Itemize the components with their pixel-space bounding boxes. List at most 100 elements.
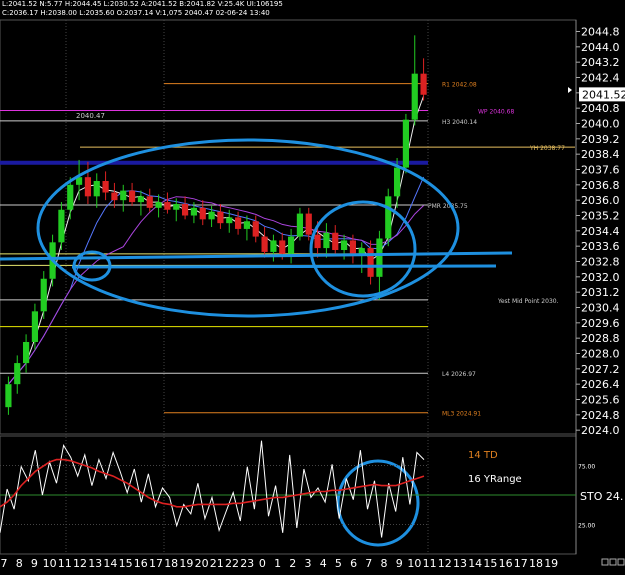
candle-body xyxy=(181,204,189,216)
candle-body xyxy=(270,240,277,252)
candle-body xyxy=(402,119,410,168)
candle-body xyxy=(367,248,374,277)
price-tick-label: 2042.4 xyxy=(581,72,620,85)
support-line-2 xyxy=(71,264,497,269)
candle-body xyxy=(146,196,153,208)
annotation-2040-47: 2040.47 xyxy=(76,112,105,120)
price-tick-label: 2028.8 xyxy=(581,332,620,345)
price-tick-label: 2038.4 xyxy=(581,148,620,161)
price-tick-label: 2024.0 xyxy=(581,424,620,437)
candle-body xyxy=(376,238,383,277)
time-tick-label: 22 xyxy=(225,557,239,570)
price-tick-label: 2036.0 xyxy=(581,194,620,207)
time-tick-label: 13 xyxy=(453,557,467,570)
time-tick-label: 10 xyxy=(407,557,421,570)
price-tick-label: 2031.2 xyxy=(581,286,620,299)
price-tick-label: 2043.2 xyxy=(581,56,620,69)
price-tick-label: 2040.8 xyxy=(581,102,620,115)
time-tick-label: 11 xyxy=(58,557,72,570)
level-label-0: R1 2042.08 xyxy=(442,82,477,89)
candle-body xyxy=(296,213,304,237)
level-label-3: YH 2038.77 xyxy=(529,145,565,152)
time-tick-label: 17 xyxy=(149,557,163,570)
price-tick-label: 2029.6 xyxy=(581,317,620,330)
candle-body xyxy=(411,73,418,120)
time-tick-label: 18 xyxy=(164,557,178,570)
candle-body xyxy=(332,232,339,250)
candle-body xyxy=(393,167,401,197)
candle-body xyxy=(137,196,145,203)
candle-body xyxy=(102,181,109,193)
price-axis: 2044.82044.02043.22042.42041.62040.82040… xyxy=(576,26,620,437)
time-tick-label: 3 xyxy=(305,557,312,570)
level-label-5: PMR 2035.75 xyxy=(428,203,468,210)
time-tick-label: 8 xyxy=(16,557,23,570)
time-tick-label: 0 xyxy=(259,557,266,570)
time-tick-label: 9 xyxy=(396,557,403,570)
price-tick-label: 2040.0 xyxy=(581,118,620,131)
candle-body xyxy=(323,232,330,249)
time-tick-label: 15 xyxy=(483,557,497,570)
candle-body xyxy=(305,213,312,235)
level-label-1: WP 2040.68 xyxy=(478,108,514,115)
chart-background xyxy=(0,0,625,571)
price-tick-label: 2028.0 xyxy=(581,348,620,361)
price-tick-label: 2032.8 xyxy=(581,256,620,269)
stoch-tick-75: 75.00 xyxy=(578,464,595,471)
time-tick-label: 4 xyxy=(320,557,327,570)
price-tick-label: 2036.8 xyxy=(581,179,620,192)
candle-body xyxy=(31,311,39,342)
price-tick-label: 2030.4 xyxy=(581,302,620,315)
price-tick-label: 2024.8 xyxy=(581,409,620,422)
candle-body xyxy=(314,234,321,249)
time-tick-label: 12 xyxy=(438,557,452,570)
level-label-2: H3 2040.14 xyxy=(442,119,477,126)
stoch-readout: STO 24. xyxy=(580,490,623,503)
level-label-8: Yest Mid Point 2030. xyxy=(497,298,559,305)
candle-body xyxy=(199,207,206,220)
candle-body xyxy=(261,236,268,252)
candle-body xyxy=(22,342,30,364)
time-tick-label: 8 xyxy=(381,557,388,570)
time-tick-label: 16 xyxy=(499,557,513,570)
stoch-legend-16yrange: 16 YRange xyxy=(468,474,522,485)
candle-body xyxy=(111,192,118,201)
candle-body xyxy=(217,211,224,224)
candle-body xyxy=(340,240,348,250)
time-tick-label: 6 xyxy=(350,557,357,570)
price-tick-label: 2035.2 xyxy=(581,210,620,223)
price-tick-label: 2044.0 xyxy=(581,41,620,54)
time-tick-label: 7 xyxy=(365,557,372,570)
time-tick-label: 12 xyxy=(73,557,87,570)
time-tick-label: 5 xyxy=(335,557,342,570)
time-tick-label: 1 xyxy=(274,557,281,570)
candle-body xyxy=(208,211,215,220)
candle xyxy=(385,188,392,247)
header-ohlc-line: C:2036.17 H:2038.00 L:2035.60 O:2037.14 … xyxy=(2,9,270,17)
candle-body xyxy=(58,209,65,243)
candle-body xyxy=(420,73,427,95)
candle-body xyxy=(252,221,259,237)
time-axis: 7 8 9 10 11 12 13 14 15 16 17 18 19 20 21 22 23 0 1 2 3 4 5 6 7 8… xyxy=(1,557,559,570)
candle-body xyxy=(93,181,100,197)
candle-body xyxy=(84,177,92,197)
time-tick-label: 11 xyxy=(423,557,437,570)
candle-body xyxy=(40,278,47,312)
stoch-tick-25: 25.00 xyxy=(578,523,595,530)
time-tick-label: 2 xyxy=(289,557,296,570)
candle-body xyxy=(243,221,251,229)
candle-body xyxy=(14,363,21,385)
candle-body xyxy=(287,236,295,254)
price-tick-label: 2034.4 xyxy=(581,225,620,238)
time-tick-label: 23 xyxy=(240,557,254,570)
time-tick-label: 19 xyxy=(544,557,558,570)
level-label-10: L4 2026.97 xyxy=(442,371,476,378)
candle-body xyxy=(164,202,171,210)
chart-svg: L:2041.52 N:5.77 H:2044.45 L:2030.52 A:2… xyxy=(0,0,625,571)
time-tick-label: 10 xyxy=(43,557,57,570)
candle-body xyxy=(234,217,242,229)
level-label-11: ML3 2024.91 xyxy=(442,411,481,418)
price-tick-label: 2044.8 xyxy=(581,26,620,39)
time-tick-label: 9 xyxy=(31,557,38,570)
candle-body xyxy=(67,184,74,210)
